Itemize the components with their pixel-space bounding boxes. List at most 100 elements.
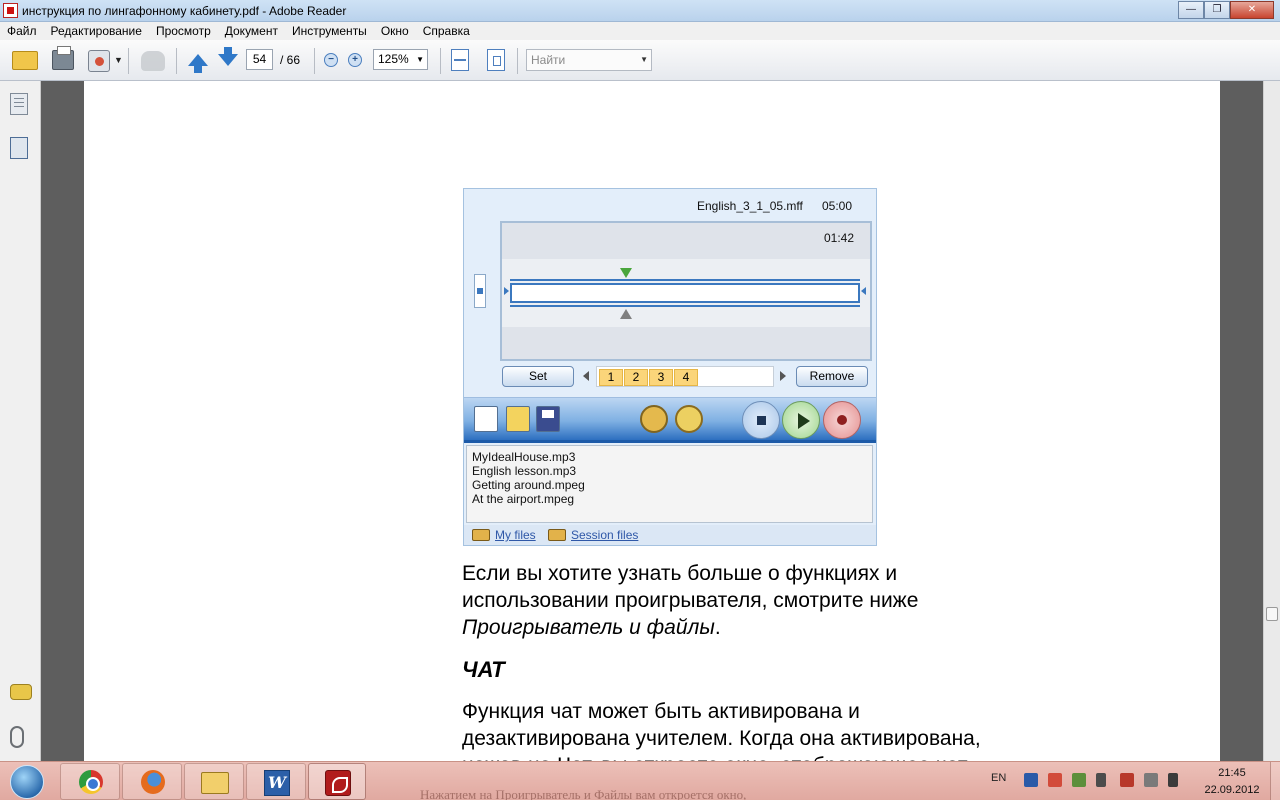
- player-filename: English_3_1_05.mff: [697, 199, 803, 213]
- action-center-flag-icon[interactable]: [1096, 773, 1106, 787]
- list-item: MyIdealHouse.mp3: [472, 450, 576, 464]
- paragraph-end: .: [714, 616, 721, 639]
- vertical-scrollbar[interactable]: [1263, 81, 1280, 761]
- paragraph-line: Если вы хотите узнать больше о функциях …: [462, 562, 898, 585]
- zoom-select[interactable]: 125% ▼: [373, 49, 428, 70]
- find-placeholder: Найти: [531, 53, 566, 67]
- bookmarks-panel-icon[interactable]: [10, 137, 28, 159]
- word-icon: W: [264, 770, 290, 796]
- close-button[interactable]: ✕: [1230, 1, 1274, 19]
- list-item: English lesson.mp3: [472, 464, 577, 478]
- security-icon[interactable]: [1048, 773, 1062, 787]
- defender-icon[interactable]: [1072, 773, 1086, 787]
- taskbar-firefox[interactable]: [122, 763, 182, 800]
- toolbar-divider: [176, 48, 177, 74]
- export-icon: [675, 405, 703, 433]
- page-number-input[interactable]: 54: [246, 49, 273, 70]
- folder-icon: [201, 772, 229, 794]
- background-window-text: Нажатием на Проигрыватель и Файлы вам от…: [420, 787, 747, 800]
- previous-page-icon[interactable]: [188, 54, 208, 73]
- restore-button[interactable]: ❐: [1204, 1, 1230, 19]
- collaborate-icon[interactable]: [88, 50, 110, 72]
- menu-window[interactable]: Окно: [374, 22, 416, 38]
- bookmark-item: 3: [649, 369, 673, 386]
- menu-help[interactable]: Справка: [416, 22, 477, 38]
- print-icon[interactable]: [52, 46, 74, 70]
- window-controls: — ❐ ✕: [1178, 1, 1274, 19]
- record-icon: [823, 401, 861, 439]
- pages-panel-icon[interactable]: [10, 93, 28, 115]
- menu-view[interactable]: Просмотр: [149, 22, 218, 38]
- new-file-icon: [474, 406, 498, 432]
- toolbar-divider: [128, 48, 129, 74]
- paragraph-line: нажав на Чат, вы откроете окно, отобража…: [462, 752, 971, 761]
- open-folder-icon[interactable]: [12, 51, 38, 70]
- network-app-icon[interactable]: [1024, 773, 1038, 787]
- paragraph-line: Проигрыватель и файлы.: [462, 614, 721, 641]
- clock-date[interactable]: 22.09.2012: [1199, 784, 1265, 796]
- fit-page-icon[interactable]: [451, 49, 469, 71]
- player-links: My files Session files: [464, 525, 876, 545]
- paragraph-line: дезактивирована учителем. Когда она акти…: [462, 727, 981, 750]
- menu-document[interactable]: Документ: [218, 22, 285, 38]
- paragraph-line: использовании проигрывателя, смотрите ни…: [462, 589, 919, 612]
- list-item: At the airport.mpeg: [472, 492, 575, 506]
- bookmark-item: 2: [624, 369, 648, 386]
- session-files-icon: [548, 529, 566, 541]
- zoom-in-icon[interactable]: +: [348, 53, 362, 67]
- comments-icon[interactable]: [10, 684, 32, 700]
- toolbar-divider: [517, 48, 518, 74]
- find-input[interactable]: Найти ▼: [526, 49, 652, 71]
- volume-icon[interactable]: [1168, 773, 1178, 787]
- bookmark-item: 1: [599, 369, 623, 386]
- taskbar-chrome[interactable]: [60, 763, 120, 800]
- zoom-dropdown-icon[interactable]: ▼: [416, 50, 424, 69]
- player-position: 01:42: [823, 231, 854, 245]
- bookmark-item: 4: [674, 369, 698, 386]
- attachments-icon[interactable]: [10, 726, 24, 748]
- waveform-panel: 01:42: [500, 221, 872, 361]
- power-icon[interactable]: [1120, 773, 1134, 787]
- player-files-reference: Проигрыватель и файлы: [462, 616, 715, 639]
- find-dropdown-icon[interactable]: ▼: [640, 50, 648, 70]
- track-bar: [510, 283, 860, 303]
- track-line: [510, 305, 860, 307]
- windows-orb-icon: [10, 765, 44, 799]
- paragraph-line: Функция чат может быть активирована и: [462, 700, 860, 723]
- navigation-panel: [0, 81, 41, 761]
- player-screenshot: English_3_1_05.mff 05:00 01:42 Set 1 2 3…: [463, 188, 877, 546]
- next-page-icon[interactable]: [218, 47, 238, 66]
- clock-time[interactable]: 21:45: [1212, 767, 1252, 779]
- scrollbar-thumb[interactable]: [1266, 607, 1278, 621]
- menu-bar: Файл Редактирование Просмотр Документ Ин…: [0, 22, 1280, 40]
- show-desktop-button[interactable]: [1270, 762, 1280, 800]
- taskbar: Нажатием на Проигрыватель и Файлы вам от…: [0, 761, 1280, 800]
- fit-width-icon[interactable]: [487, 49, 505, 71]
- taskbar-explorer[interactable]: [184, 763, 244, 800]
- hand-tool-icon[interactable]: [141, 51, 165, 71]
- player-file-list: MyIdealHouse.mp3 English lesson.mp3 Gett…: [466, 445, 873, 523]
- player-toolbar: [464, 397, 876, 443]
- taskbar-adobe-reader[interactable]: [308, 763, 366, 800]
- menu-file[interactable]: Файл: [0, 22, 44, 38]
- menu-edit[interactable]: Редактирование: [44, 22, 149, 38]
- loop-icon: [640, 405, 668, 433]
- zoom-out-icon[interactable]: −: [324, 53, 338, 67]
- track-line: [510, 279, 860, 281]
- language-indicator[interactable]: EN: [991, 772, 1006, 784]
- save-file-icon: [536, 406, 560, 432]
- collaborate-dropdown-icon[interactable]: ▼: [114, 55, 123, 65]
- volume-slider-icon: [474, 274, 486, 308]
- signal-icon[interactable]: [1144, 773, 1158, 787]
- bookmark-next-icon: [780, 371, 786, 381]
- minimize-button[interactable]: —: [1178, 1, 1204, 19]
- bookmark-strip: 1 2 3 4: [596, 366, 774, 387]
- start-button[interactable]: [2, 764, 54, 800]
- menu-tools[interactable]: Инструменты: [285, 22, 374, 38]
- taskbar-word[interactable]: W: [246, 763, 306, 800]
- toolbar-divider: [314, 48, 315, 74]
- document-viewport: English_3_1_05.mff 05:00 01:42 Set 1 2 3…: [41, 81, 1263, 761]
- open-file-icon: [506, 406, 530, 432]
- track-right-arrow-icon: [861, 287, 866, 295]
- start-marker-icon: [620, 268, 632, 278]
